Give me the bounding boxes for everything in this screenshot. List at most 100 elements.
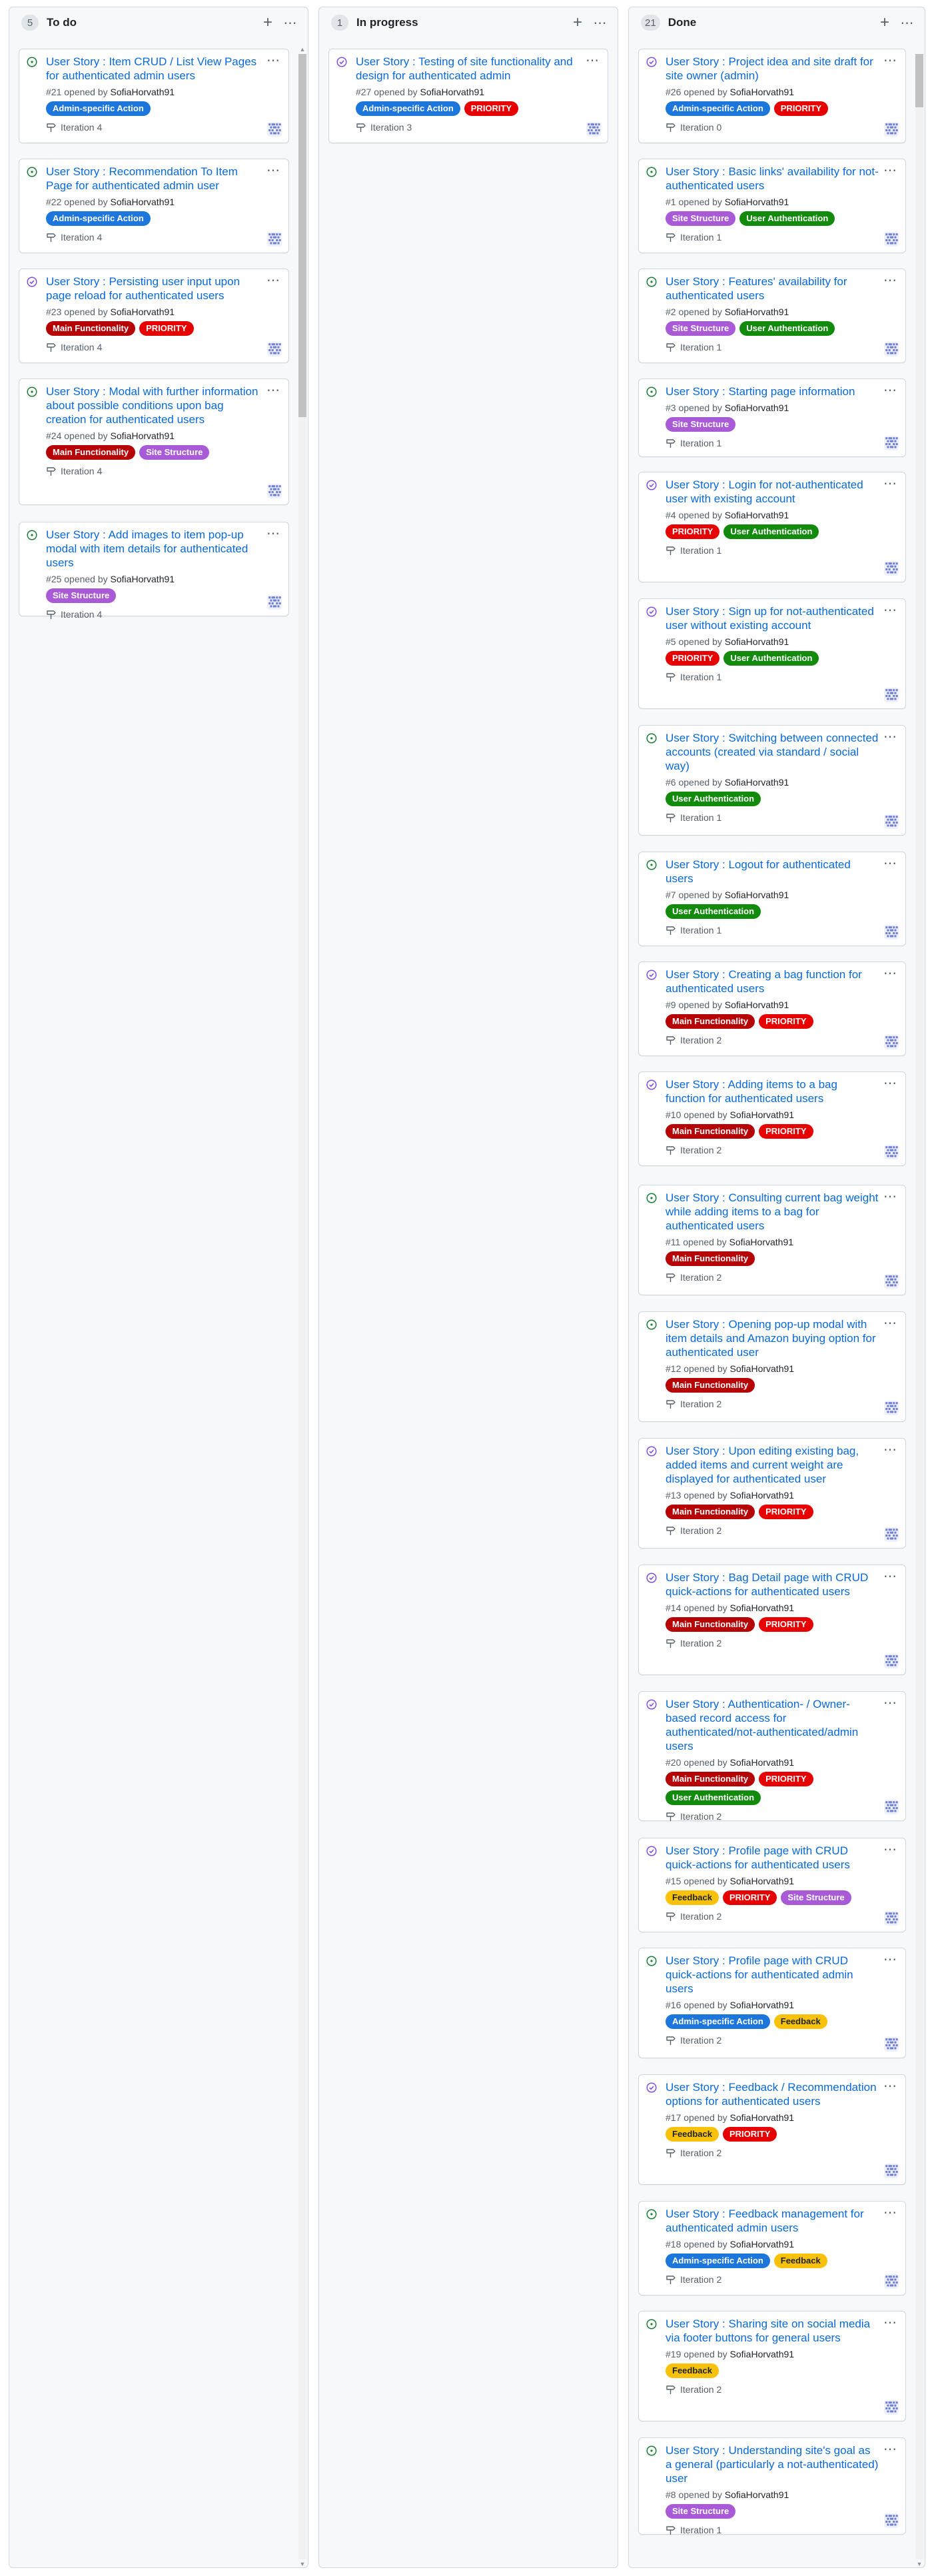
- avatar[interactable]: [884, 232, 899, 247]
- card-menu-icon[interactable]: ⋯: [883, 1188, 897, 1205]
- card-menu-icon[interactable]: ⋯: [266, 272, 280, 289]
- issue-title-link[interactable]: User Story : Project idea and site draft…: [666, 55, 879, 83]
- issue-author-link[interactable]: SofiaHorvath91: [730, 1363, 795, 1374]
- issue-title-link[interactable]: User Story : Basic links' availability f…: [666, 165, 879, 193]
- avatar[interactable]: [884, 688, 899, 702]
- issue-title-link[interactable]: User Story : Bag Detail page with CRUD q…: [666, 1571, 879, 1599]
- issue-author-link[interactable]: SofiaHorvath91: [730, 1603, 795, 1613]
- issue-card[interactable]: User Story : Login for not-authenticated…: [638, 472, 906, 582]
- issue-title-link[interactable]: User Story : Feedback management for aut…: [666, 2207, 879, 2235]
- issue-author-link[interactable]: SofiaHorvath91: [730, 87, 795, 97]
- label-badge[interactable]: Main Functionality: [666, 1772, 755, 1786]
- issue-author-link[interactable]: SofiaHorvath91: [725, 2489, 789, 2500]
- issue-title-link[interactable]: User Story : Profile page with CRUD quic…: [666, 1954, 879, 1996]
- label-badge[interactable]: Admin-specific Action: [666, 2254, 770, 2268]
- issue-card[interactable]: User Story : Item CRUD / List View Pages…: [19, 49, 289, 143]
- label-badge[interactable]: PRIORITY: [759, 1617, 813, 1632]
- issue-author-link[interactable]: SofiaHorvath91: [725, 402, 789, 413]
- scroll-thumb[interactable]: [298, 54, 306, 417]
- avatar[interactable]: [267, 484, 282, 498]
- label-badge[interactable]: PRIORITY: [773, 101, 829, 116]
- card-menu-icon[interactable]: ⋯: [266, 52, 280, 69]
- issue-author-link[interactable]: SofiaHorvath91: [730, 1757, 795, 1768]
- label-badge[interactable]: Main Functionality: [666, 1251, 755, 1266]
- avatar[interactable]: [884, 2513, 899, 2528]
- issue-title-link[interactable]: User Story : Sign up for not-authenticat…: [666, 604, 879, 632]
- issue-author-link[interactable]: SofiaHorvath91: [111, 87, 175, 97]
- card-menu-icon[interactable]: ⋯: [883, 1075, 897, 1091]
- issue-title-link[interactable]: User Story : Logout for authenticated us…: [666, 858, 879, 886]
- issue-author-link[interactable]: SofiaHorvath91: [730, 1109, 795, 1120]
- issue-author-link[interactable]: SofiaHorvath91: [111, 307, 175, 317]
- plus-icon[interactable]: +: [568, 13, 587, 32]
- issue-title-link[interactable]: User Story : Sharing site on social medi…: [666, 2317, 879, 2345]
- label-badge[interactable]: PRIORITY: [759, 1124, 813, 1139]
- avatar[interactable]: [884, 1800, 899, 1814]
- card-menu-icon[interactable]: ⋯: [883, 965, 897, 981]
- issue-title-link[interactable]: User Story : Adding items to a bag funct…: [666, 1077, 879, 1105]
- avatar[interactable]: [884, 1035, 899, 1049]
- issue-title-link[interactable]: User Story : Understanding site's goal a…: [666, 2443, 879, 2485]
- plus-icon[interactable]: +: [258, 13, 277, 32]
- label-badge[interactable]: User Authentication: [666, 1790, 761, 1805]
- issue-title-link[interactable]: User Story : Persisting user input upon …: [46, 275, 262, 303]
- card-menu-icon[interactable]: ⋯: [883, 1568, 897, 1585]
- issue-card[interactable]: User Story : Persisting user input upon …: [19, 269, 289, 363]
- avatar[interactable]: [267, 595, 282, 610]
- issue-author-link[interactable]: SofiaHorvath91: [725, 999, 789, 1010]
- issue-card[interactable]: User Story : Features' availability for …: [638, 269, 906, 363]
- plus-icon[interactable]: +: [875, 13, 894, 32]
- issue-author-link[interactable]: SofiaHorvath91: [725, 890, 789, 900]
- issue-author-link[interactable]: SofiaHorvath91: [730, 1876, 795, 1886]
- label-badge[interactable]: PRIORITY: [464, 101, 519, 116]
- card-menu-icon[interactable]: ⋯: [266, 382, 280, 398]
- issue-title-link[interactable]: User Story : Testing of site functionali…: [356, 55, 581, 83]
- label-badge[interactable]: Admin-specific Action: [46, 211, 151, 226]
- issue-card[interactable]: User Story : Understanding site's goal a…: [638, 2437, 906, 2535]
- card-menu-icon[interactable]: ⋯: [883, 1315, 897, 1331]
- card-menu-icon[interactable]: ⋯: [586, 52, 600, 69]
- issue-author-link[interactable]: SofiaHorvath91: [111, 574, 175, 584]
- card-menu-icon[interactable]: ⋯: [266, 525, 280, 542]
- issue-card[interactable]: User Story : Basic links' availability f…: [638, 159, 906, 253]
- issue-card[interactable]: User Story : Profile page with CRUD quic…: [638, 1948, 906, 2058]
- label-badge[interactable]: Site Structure: [666, 2504, 736, 2519]
- issue-title-link[interactable]: User Story : Switching between connected…: [666, 731, 879, 773]
- issue-card[interactable]: User Story : Sign up for not-authenticat…: [638, 598, 906, 709]
- card-menu-icon[interactable]: ⋯: [883, 1951, 897, 1968]
- issue-card[interactable]: User Story : Switching between connected…: [638, 725, 906, 836]
- issue-author-link[interactable]: SofiaHorvath91: [725, 777, 789, 788]
- issue-author-link[interactable]: SofiaHorvath91: [725, 636, 789, 647]
- issue-card[interactable]: User Story : Upon editing existing bag, …: [638, 1438, 906, 1549]
- issue-title-link[interactable]: User Story : Features' availability for …: [666, 275, 879, 303]
- card-menu-icon[interactable]: ⋯: [883, 52, 897, 69]
- label-badge[interactable]: Main Functionality: [666, 1617, 755, 1632]
- card-menu-icon[interactable]: ⋯: [883, 2204, 897, 2221]
- avatar[interactable]: [884, 1654, 899, 1668]
- issue-author-link[interactable]: SofiaHorvath91: [730, 1490, 795, 1501]
- label-badge[interactable]: User Authentication: [666, 792, 761, 806]
- issue-title-link[interactable]: User Story : Recommendation To Item Page…: [46, 165, 262, 193]
- issue-title-link[interactable]: User Story : Feedback / Recommendation o…: [666, 2080, 879, 2108]
- label-badge[interactable]: PRIORITY: [139, 321, 194, 336]
- label-badge[interactable]: Main Functionality: [46, 445, 136, 460]
- card-menu-icon[interactable]: ⋯: [266, 162, 280, 179]
- issue-author-link[interactable]: SofiaHorvath91: [730, 2000, 795, 2010]
- avatar[interactable]: [884, 814, 899, 829]
- avatar[interactable]: [884, 925, 899, 940]
- label-badge[interactable]: Main Functionality: [666, 1505, 755, 1519]
- avatar[interactable]: [884, 2164, 899, 2178]
- avatar[interactable]: [586, 122, 601, 137]
- issue-title-link[interactable]: User Story : Add images to item pop-up m…: [46, 528, 262, 570]
- avatar[interactable]: [267, 342, 282, 356]
- label-badge[interactable]: User Authentication: [723, 524, 819, 539]
- kebab-horizontal-icon[interactable]: ⋯: [591, 13, 610, 32]
- scroll-up-icon[interactable]: ▲: [297, 45, 308, 54]
- label-badge[interactable]: Site Structure: [46, 588, 117, 603]
- label-badge[interactable]: Site Structure: [666, 211, 736, 226]
- avatar[interactable]: [884, 1274, 899, 1289]
- issue-author-link[interactable]: SofiaHorvath91: [725, 307, 789, 317]
- issue-card[interactable]: User Story : Feedback / Recommendation o…: [638, 2074, 906, 2185]
- card-menu-icon[interactable]: ⋯: [883, 1441, 897, 1458]
- label-badge[interactable]: User Authentication: [723, 651, 819, 666]
